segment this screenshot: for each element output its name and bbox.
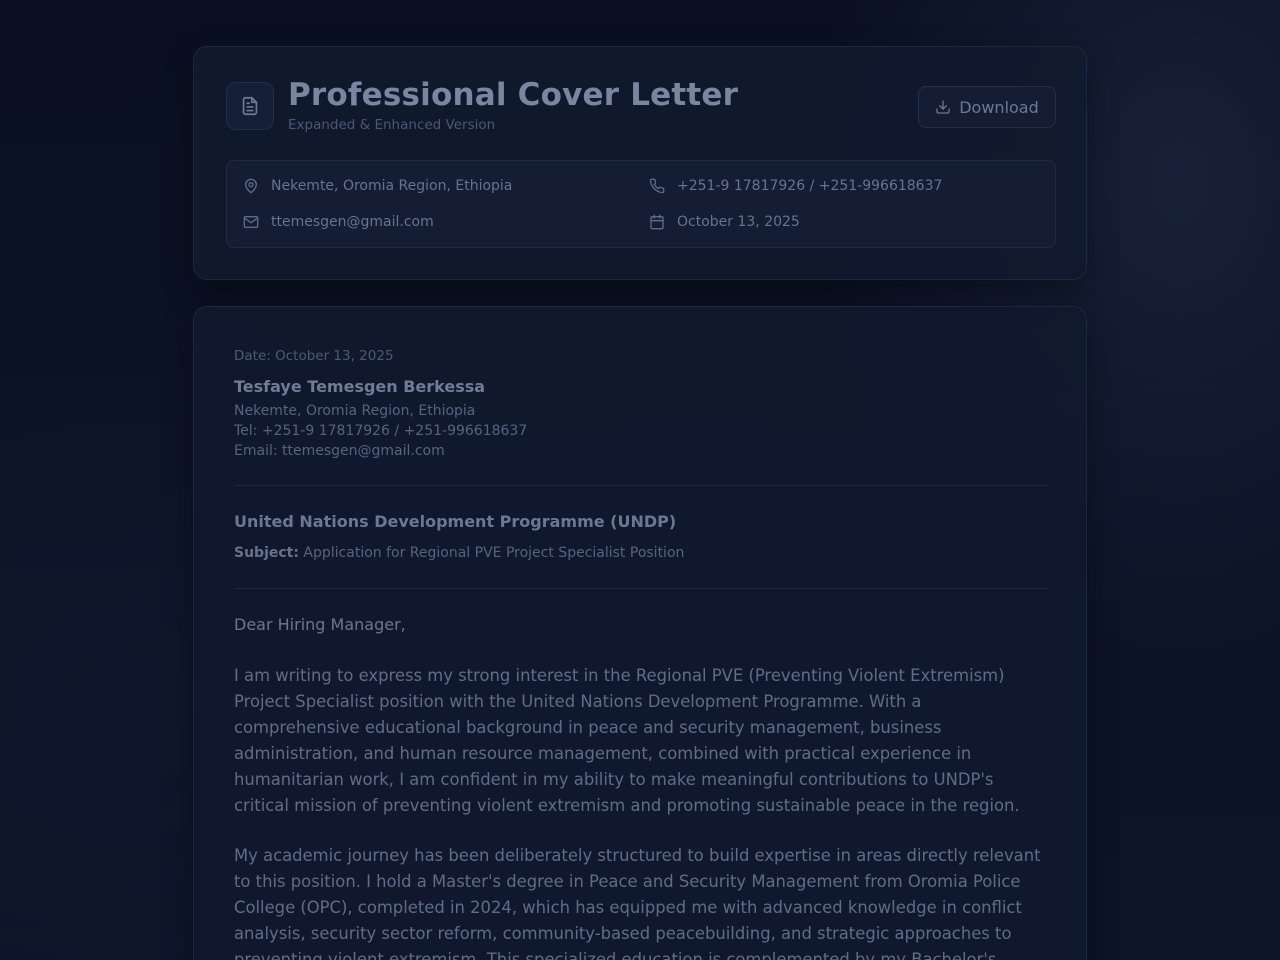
divider — [234, 485, 1048, 486]
subject-line: Subject: Application for Regional PVE Pr… — [234, 545, 1048, 561]
recipient-organization: United Nations Development Programme (UN… — [234, 512, 677, 531]
sender-tel: Tel: +251-9 17817926 / +251-996618637 — [234, 423, 528, 439]
sender-name: Tesfaye Temesgen Berkessa — [234, 377, 486, 396]
letter-date: Date: October 13, 2025 — [234, 348, 394, 364]
contact-info-box: Nekemte, Oromia Region, Ethiopia +251-9 … — [226, 160, 1056, 248]
location-text: Nekemte, Oromia Region, Ethiopia — [271, 178, 513, 194]
sender-email: Email: ttemesgen@gmail.com — [234, 443, 445, 459]
phone-text: +251-9 17817926 / +251-996618637 — [677, 178, 943, 194]
contact-date: October 13, 2025 — [649, 214, 800, 230]
contact-phone: +251-9 17817926 / +251-996618637 — [649, 178, 942, 194]
contact-location: Nekemte, Oromia Region, Ethiopia — [243, 178, 512, 194]
subject-label: Subject: — [234, 545, 299, 561]
calendar-icon — [650, 214, 664, 230]
document-icon — [226, 82, 274, 130]
letter-card: Date: October 13, 2025 Tesfaye Temesgen … — [193, 306, 1087, 960]
date-text: October 13, 2025 — [677, 214, 800, 230]
download-button[interactable]: Download — [918, 86, 1056, 128]
download-icon — [936, 100, 950, 114]
salutation: Dear Hiring Manager, — [234, 615, 406, 634]
mail-icon — [243, 216, 259, 228]
page: Professional Cover Letter Expanded & Enh… — [0, 0, 1280, 960]
sender-address: Nekemte, Oromia Region, Ethiopia — [234, 403, 476, 419]
subject-text: Application for Regional PVE Project Spe… — [303, 545, 685, 561]
header-card: Professional Cover Letter Expanded & Enh… — [193, 46, 1087, 280]
divider — [234, 588, 1048, 589]
phone-icon — [649, 178, 665, 194]
page-subtitle: Expanded & Enhanced Version — [288, 117, 496, 133]
map-pin-icon — [245, 178, 257, 194]
letter-paragraph-2: My academic journey has been deliberatel… — [234, 846, 1041, 960]
page-title: Professional Cover Letter — [288, 77, 739, 113]
letter-paragraph-1: I am writing to express my strong intere… — [234, 666, 1020, 815]
contact-email: ttemesgen@gmail.com — [243, 214, 434, 230]
download-label: Download — [959, 97, 1039, 117]
email-text: ttemesgen@gmail.com — [271, 214, 434, 230]
